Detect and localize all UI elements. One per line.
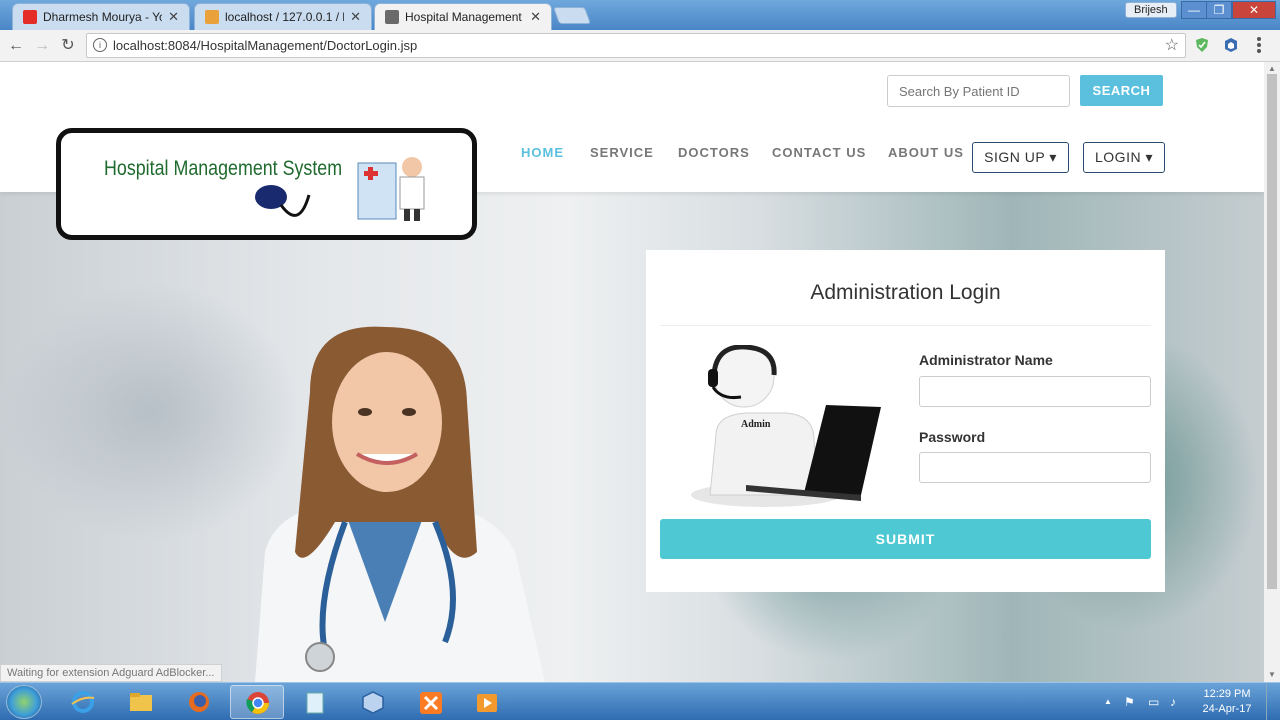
admin-name-input[interactable] — [919, 376, 1151, 407]
page-favicon-icon — [385, 10, 399, 24]
minimize-button[interactable]: — — [1181, 1, 1207, 19]
tray-expand-icon[interactable]: ▲ — [1104, 697, 1112, 706]
browser-status-bar: Waiting for extension Adguard AdBlocker.… — [0, 664, 222, 682]
patient-search-input[interactable] — [887, 75, 1070, 107]
phpmyadmin-icon — [205, 10, 219, 24]
virtualbox-icon[interactable] — [346, 685, 400, 719]
browser-menu-icon[interactable] — [1256, 36, 1262, 54]
show-desktop-button[interactable] — [1266, 683, 1280, 720]
tab-label: Hospital Management Sy — [405, 10, 524, 24]
admin-illustration: Admin — [691, 345, 881, 507]
scrollbar-thumb[interactable] — [1267, 74, 1277, 589]
page-scrollbar[interactable]: ▲ ▼ — [1264, 62, 1280, 682]
tab-phpmyadmin[interactable]: localhost / 127.0.0.1 / ho ✕ — [194, 3, 372, 30]
logo-banner: Hospital Management System — [99, 143, 435, 227]
divider — [660, 325, 1151, 326]
xampp-icon[interactable] — [404, 685, 458, 719]
file-explorer-icon[interactable] — [114, 685, 168, 719]
tab-close-icon[interactable]: ✕ — [350, 9, 361, 25]
submit-button[interactable]: SUBMIT — [660, 519, 1151, 559]
browser-titlebar: Dharmesh Mourya - You ✕ localhost / 127.… — [0, 0, 1280, 30]
admin-name-label: Administrator Name — [919, 352, 1053, 368]
profile-name[interactable]: Brijesh — [1125, 2, 1177, 18]
action-center-flag-icon[interactable]: ⚑ — [1124, 695, 1135, 709]
tab-hospital-management[interactable]: Hospital Management Sy ✕ — [374, 3, 552, 30]
login-dropdown[interactable]: LOGIN ▾ — [1083, 142, 1165, 173]
clock-date: 24-Apr-17 — [1202, 703, 1252, 715]
reload-icon[interactable]: ↻ — [58, 36, 78, 56]
windows-start-icon[interactable] — [6, 685, 42, 719]
web-page: SEARCH HOME SERVICE DOCTORS CONTACT US A… — [0, 62, 1264, 682]
media-player-icon[interactable] — [460, 685, 514, 719]
nav-doctors[interactable]: DOCTORS — [678, 145, 750, 160]
tab-close-icon[interactable]: ✕ — [168, 9, 179, 25]
admin-login-card: Administration Login Admin Administrator… — [646, 250, 1165, 592]
new-tab-button[interactable] — [552, 7, 592, 24]
tab-close-icon[interactable]: ✕ — [530, 9, 541, 25]
password-label: Password — [919, 429, 986, 445]
doctor-cabinet-icon — [357, 157, 425, 221]
login-title: Administration Login — [810, 281, 1001, 304]
admin-badge-label: Admin — [741, 419, 771, 430]
notepad-icon[interactable] — [288, 685, 342, 719]
network-icon[interactable]: ▭ — [1148, 695, 1159, 709]
signup-dropdown[interactable]: SIGN UP ▾ — [972, 142, 1069, 173]
bookmark-star-icon[interactable]: ☆ — [1165, 34, 1179, 57]
nav-about-us[interactable]: ABOUT US — [888, 145, 964, 160]
nav-service[interactable]: SERVICE — [590, 145, 654, 160]
site-logo[interactable]: Hospital Management System — [56, 128, 477, 240]
window-close-button[interactable]: ✕ — [1232, 1, 1276, 19]
tab-label: localhost / 127.0.0.1 / ho — [225, 10, 345, 24]
nav-home[interactable]: HOME — [521, 145, 564, 160]
tab-youtube[interactable]: Dharmesh Mourya - You ✕ — [12, 3, 190, 30]
chrome-icon[interactable] — [230, 685, 284, 719]
volume-icon[interactable]: ♪ — [1170, 695, 1176, 709]
internet-explorer-icon[interactable] — [56, 685, 110, 719]
maximize-button[interactable]: ❐ — [1206, 1, 1232, 19]
system-clock[interactable]: 12:29 PM 24-Apr-17 — [1195, 687, 1259, 717]
tab-label: Dharmesh Mourya - You — [43, 10, 163, 24]
info-icon[interactable]: i — [93, 38, 107, 52]
extension-cube-icon[interactable] — [1223, 37, 1239, 53]
scroll-down-arrow-icon[interactable]: ▼ — [1268, 670, 1276, 679]
browser-toolbar: ← → ↻ i localhost:8084/HospitalManagemen… — [0, 30, 1280, 62]
forward-arrow-icon[interactable]: → — [32, 36, 52, 56]
address-bar[interactable]: i localhost:8084/HospitalManagement/Doct… — [86, 33, 1186, 58]
back-arrow-icon[interactable]: ← — [6, 36, 26, 56]
mouse-stethoscope-icon — [255, 185, 311, 217]
nav-contact-us[interactable]: CONTACT US — [772, 145, 866, 160]
windows-taskbar: ▲ ⚑ ▭ ♪ 12:29 PM 24-Apr-17 — [0, 682, 1280, 720]
clock-time: 12:29 PM — [1203, 688, 1251, 700]
password-input[interactable] — [919, 452, 1151, 483]
search-button[interactable]: SEARCH — [1080, 75, 1163, 106]
doctor-photo — [255, 326, 545, 682]
firefox-icon[interactable] — [172, 685, 226, 719]
url-text: localhost:8084/HospitalManagement/Doctor… — [113, 38, 418, 53]
youtube-icon — [23, 10, 37, 24]
adguard-shield-icon[interactable] — [1194, 37, 1210, 53]
scroll-up-arrow-icon[interactable]: ▲ — [1268, 64, 1276, 73]
